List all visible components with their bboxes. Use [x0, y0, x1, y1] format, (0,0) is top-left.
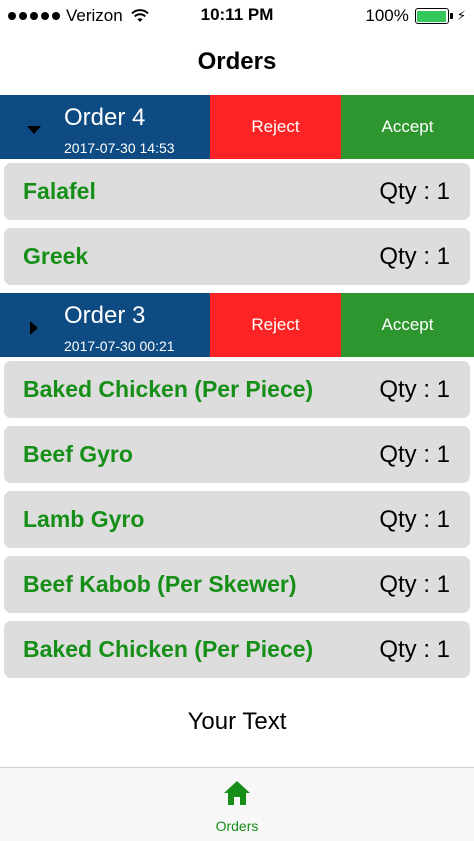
list-item[interactable]: Baked Chicken (Per Piece) Qty : 1 [4, 361, 470, 418]
page-title: Orders [197, 48, 277, 75]
caret-down-icon [27, 126, 41, 134]
order-toggle[interactable]: Order 3 2017-07-30 00:21 [0, 293, 210, 357]
accept-button[interactable]: Accept [341, 293, 474, 357]
battery-percent: 100% [365, 6, 409, 25]
item-qty: Qty : 1 [379, 440, 450, 468]
order-title: Order 4 [64, 104, 146, 131]
list-item[interactable]: Greek Qty : 1 [4, 228, 470, 285]
caret-right-icon [30, 321, 38, 335]
item-qty: Qty : 1 [379, 505, 450, 533]
order-toggle[interactable]: Order 4 2017-07-30 14:53 [0, 95, 210, 159]
item-name: Beef Kabob (Per Skewer) [23, 571, 297, 597]
item-name: Baked Chicken (Per Piece) [23, 376, 314, 402]
order-title: Order 3 [64, 302, 146, 329]
item-name: Baked Chicken (Per Piece) [23, 636, 314, 662]
list-item[interactable]: Beef Gyro Qty : 1 [4, 426, 470, 483]
tab-orders[interactable]: Orders [187, 778, 287, 834]
status-bar: Verizon 10:11 PM 100% ⚡ [0, 0, 474, 32]
item-qty: Qty : 1 [379, 242, 450, 270]
tab-bar: Orders [0, 767, 474, 841]
item-qty: Qty : 1 [379, 570, 450, 598]
item-name: Falafel [23, 178, 96, 204]
accept-button[interactable]: Accept [341, 95, 474, 159]
item-name: Greek [23, 243, 89, 269]
order-header-3[interactable]: Order 3 2017-07-30 00:21 Reject Accept [0, 293, 474, 357]
item-name: Beef Gyro [23, 441, 133, 467]
order-header-4[interactable]: Order 4 2017-07-30 14:53 Reject Accept [0, 95, 474, 159]
list-item[interactable]: Baked Chicken (Per Piece) Qty : 1 [4, 621, 470, 678]
order-date: 2017-07-30 00:21 [64, 338, 175, 354]
item-qty: Qty : 1 [379, 177, 450, 205]
reject-button[interactable]: Reject [210, 293, 341, 357]
charging-bolt-icon: ⚡ [456, 8, 466, 23]
navigation-bar: Orders [0, 32, 474, 92]
orders-list[interactable]: Order 4 2017-07-30 14:53 Reject Accept F… [0, 95, 474, 686]
battery-icon [414, 8, 453, 24]
tab-label: Orders [215, 818, 259, 834]
reject-button[interactable]: Reject [210, 95, 341, 159]
item-qty: Qty : 1 [379, 635, 450, 663]
list-item[interactable]: Lamb Gyro Qty : 1 [4, 491, 470, 548]
item-name: Lamb Gyro [23, 506, 145, 532]
footer-text: Your Text [187, 708, 287, 735]
list-item[interactable]: Beef Kabob (Per Skewer) Qty : 1 [4, 556, 470, 613]
battery-group: 100% ⚡ [365, 6, 466, 26]
order-date: 2017-07-30 14:53 [64, 140, 175, 156]
home-icon [224, 781, 250, 805]
list-item[interactable]: Falafel Qty : 1 [4, 163, 470, 220]
item-qty: Qty : 1 [379, 375, 450, 403]
